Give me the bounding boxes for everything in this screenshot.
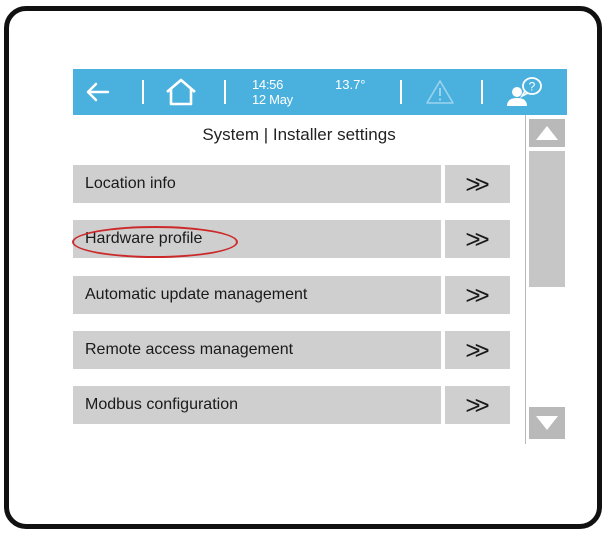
date-display: 12 May bbox=[252, 92, 293, 107]
menu-item-label: Hardware profile bbox=[73, 220, 441, 258]
scrollbar[interactable] bbox=[525, 115, 567, 444]
scroll-up-button[interactable] bbox=[529, 119, 565, 147]
triangle-up-icon bbox=[536, 126, 558, 140]
menu-item-modbus-configuration[interactable]: Modbus configuration >> bbox=[73, 386, 510, 424]
separator bbox=[142, 80, 144, 104]
open-arrow-button[interactable]: >> bbox=[445, 331, 510, 369]
open-arrow-button[interactable]: >> bbox=[445, 220, 510, 258]
svg-text:?: ? bbox=[529, 80, 536, 94]
separator bbox=[400, 80, 402, 104]
back-arrow-icon bbox=[86, 82, 110, 102]
open-arrow-button[interactable]: >> bbox=[445, 276, 510, 314]
open-arrow-button[interactable]: >> bbox=[445, 386, 510, 424]
separator bbox=[224, 80, 226, 104]
menu-item-label: Location info bbox=[73, 165, 441, 203]
temperature-display: 13.7° bbox=[335, 77, 366, 92]
open-arrow-button[interactable]: >> bbox=[445, 165, 510, 203]
menu-item-label: Remote access management bbox=[73, 331, 441, 369]
menu-item-label: Modbus configuration bbox=[73, 386, 441, 424]
menu-item-hardware-profile[interactable]: Hardware profile >> bbox=[73, 220, 510, 258]
back-button[interactable] bbox=[79, 69, 117, 115]
user-help-button[interactable]: ? bbox=[498, 69, 550, 115]
scroll-thumb[interactable] bbox=[529, 151, 565, 287]
user-help-icon: ? bbox=[507, 77, 542, 106]
page-title: System | Installer settings bbox=[202, 125, 396, 144]
date-time: 14:56 12 May bbox=[252, 78, 293, 108]
top-bar: 14:56 12 May 13.7° ? bbox=[73, 69, 567, 115]
menu-item-location-info[interactable]: Location info >> bbox=[73, 165, 510, 203]
scroll-down-button[interactable] bbox=[529, 407, 565, 439]
warning-button[interactable] bbox=[420, 69, 460, 115]
triangle-down-icon bbox=[536, 416, 558, 430]
separator bbox=[481, 80, 483, 104]
menu-item-label: Automatic update management bbox=[73, 276, 441, 314]
home-icon bbox=[166, 78, 196, 106]
touch-screen: 14:56 12 May 13.7° ? System | Installer … bbox=[72, 69, 567, 444]
menu-item-remote-access-management[interactable]: Remote access management >> bbox=[73, 331, 510, 369]
menu-item-automatic-update-management[interactable]: Automatic update management >> bbox=[73, 276, 510, 314]
warning-icon bbox=[426, 80, 454, 104]
home-button[interactable] bbox=[159, 69, 203, 115]
time-display: 14:56 bbox=[252, 77, 284, 92]
